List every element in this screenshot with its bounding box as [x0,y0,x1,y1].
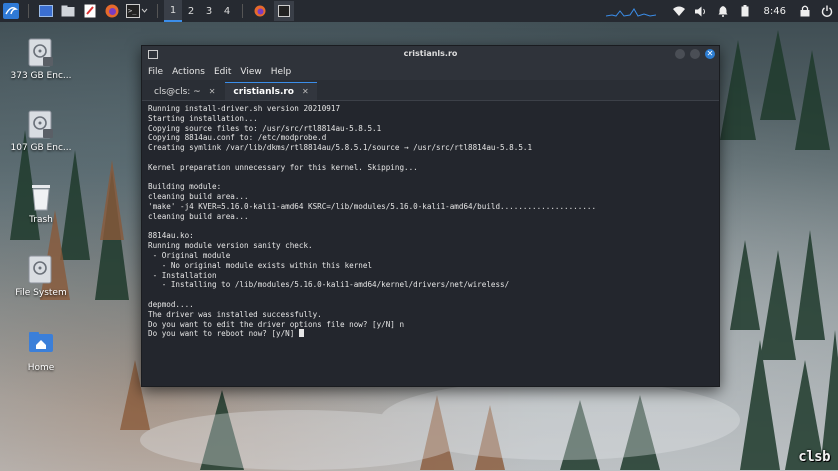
desktop-trash[interactable]: Trash [1,182,81,225]
minimize-button[interactable] [675,49,685,59]
desktop-icon-label: File System [15,288,67,298]
window-titlebar[interactable]: cristianls.ro ✕ [142,46,719,64]
volume-icon[interactable] [693,3,709,19]
menu-help[interactable]: Help [271,67,292,77]
kali-menu-icon[interactable] [3,3,19,19]
terminal-line: Copying source files to: /usr/src/rtl881… [148,123,382,133]
drive-icon [28,38,54,68]
tab-close-icon[interactable]: ✕ [209,87,216,96]
menu-file[interactable]: File [148,67,163,77]
home-folder-icon [28,330,54,360]
terminal-line: Copying 8814au.conf to: /etc/modprobe.d [148,133,327,143]
trash-icon [28,182,54,212]
cpu-graph-icon [605,8,656,17]
terminal-launcher-icon[interactable]: >_ [126,3,148,19]
terminal-line: Creating symlink /var/lib/dkms/rtl8814au… [148,143,533,153]
tab-close-icon[interactable]: ✕ [302,87,309,96]
desktop-home[interactable]: Home [1,330,81,373]
filesystem-icon [28,255,54,285]
clock[interactable]: 8:46 [764,6,786,17]
terminal-line: Starting installation... [148,113,258,123]
terminal-line: 8814au.ko: [148,231,194,241]
firefox-icon[interactable] [104,3,120,19]
desktop-drive-107gb[interactable]: 107 GB Enc... [1,110,81,153]
menu-bar: File Actions Edit View Help [142,64,719,80]
wifi-icon[interactable] [671,3,687,19]
tab-label: cristianls.ro [233,86,294,97]
terminal-scrollbar[interactable] [714,101,718,384]
terminal-line: - No original module exists within this … [148,260,373,270]
terminal-line: Running module version sanity check. [148,241,313,251]
terminal-line: Kernel preparation unnecessary for this … [148,162,418,172]
tab-cls-home[interactable]: cls@cls: ~ ✕ [146,83,223,100]
power-icon[interactable] [819,3,835,19]
taskbar: >_ 1 2 3 4 8:46 [0,0,838,22]
desktop-filesystem[interactable]: File System [1,255,81,298]
terminal-line: Building module: [148,182,222,192]
file-manager-icon[interactable] [60,3,76,19]
terminal-prompt-line: Do you want to reboot now? [y/N] [148,329,713,339]
window-title: cristianls.ro [403,49,458,58]
terminal-line: cleaning build area... [148,211,249,221]
terminal-line: - Installing to /lib/modules/5.16.0-kali… [148,280,510,290]
terminal-line: The driver was installed successfully. [148,309,322,319]
tab-bar: cls@cls: ~ ✕ cristianls.ro ✕ [142,80,719,101]
terminal-line: 'make' -j4 KVER=5.16.0-kali1-amd64 KSRC=… [148,201,597,211]
desktop-icon-label: Trash [29,215,53,225]
menu-view[interactable]: View [240,67,261,77]
workspace-4[interactable]: 4 [218,0,236,22]
tab-cristianls[interactable]: cristianls.ro ✕ [225,82,317,100]
terminal-line: cleaning build area... [148,192,249,202]
terminal-line: Running install-driver.sh version 202109… [148,104,341,113]
desktop-drive-373gb[interactable]: 373 GB Enc... [1,38,81,81]
lock-screen-icon[interactable] [797,3,813,19]
terminal-cursor [298,329,304,338]
desktop-icon-label: 373 GB Enc... [10,71,72,81]
workspace-1[interactable]: 1 [164,0,182,22]
terminal-line: Do you want to edit the driver options f… [148,319,405,329]
firefox-task-icon[interactable] [252,3,268,19]
show-desktop-icon[interactable] [38,3,54,19]
text-editor-icon[interactable] [82,3,98,19]
notification-bell-icon[interactable] [715,3,731,19]
terminal-task-icon[interactable] [274,1,294,21]
terminal-line: - Original module [148,250,231,260]
menu-actions[interactable]: Actions [172,67,205,77]
terminal-line: Do you want to reboot now? [y/N] [148,329,299,339]
terminal-output[interactable]: Running install-driver.sh version 202109… [142,101,719,386]
terminal-line: depmod.... [148,299,194,309]
terminal-line: - Installation [148,270,217,280]
terminal-window: cristianls.ro ✕ File Actions Edit View H… [141,45,720,387]
drive-icon [28,110,54,140]
tab-label: cls@cls: ~ [154,86,201,97]
close-button[interactable]: ✕ [705,49,715,59]
watermark-logo: clsb [798,449,830,465]
workspace-2[interactable]: 2 [182,0,200,22]
menu-edit[interactable]: Edit [214,67,231,77]
svg-text:>_: >_ [128,7,137,15]
workspace-3[interactable]: 3 [200,0,218,22]
desktop-icon-label: Home [27,363,55,373]
desktop-icon-label: 107 GB Enc... [10,143,72,153]
battery-icon [737,3,753,19]
maximize-button[interactable] [690,49,700,59]
